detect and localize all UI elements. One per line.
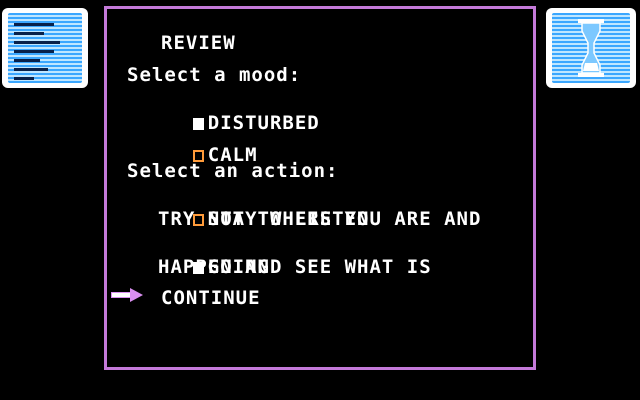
mood-prompt: Select a mood: bbox=[127, 64, 302, 86]
list-bar bbox=[14, 32, 44, 35]
action-option-label-cont: HAPPENING bbox=[158, 256, 270, 278]
list-bar bbox=[14, 23, 54, 26]
review-panel: REVIEW Select a mood: DISTURBED CALM Sel… bbox=[104, 6, 536, 370]
hourglass-icon-face bbox=[552, 13, 630, 83]
action-prompt: Select an action: bbox=[127, 160, 339, 182]
list-bar bbox=[14, 50, 54, 53]
action-option-label-cont: TRY NOT TO LISTEN bbox=[158, 208, 370, 230]
checkbox-checked[interactable] bbox=[192, 118, 204, 130]
hourglass-shape bbox=[578, 19, 604, 77]
list-icon-face bbox=[8, 13, 82, 83]
page-title: REVIEW bbox=[161, 32, 236, 54]
list-bar bbox=[14, 68, 48, 71]
hourglass-icon[interactable] bbox=[546, 8, 636, 88]
arrow-right-icon bbox=[111, 288, 143, 302]
list-bar bbox=[14, 77, 34, 80]
continue-button[interactable]: CONTINUE bbox=[161, 289, 261, 308]
list-icon[interactable] bbox=[2, 8, 88, 88]
list-bar bbox=[14, 41, 60, 44]
list-bar bbox=[14, 59, 40, 62]
